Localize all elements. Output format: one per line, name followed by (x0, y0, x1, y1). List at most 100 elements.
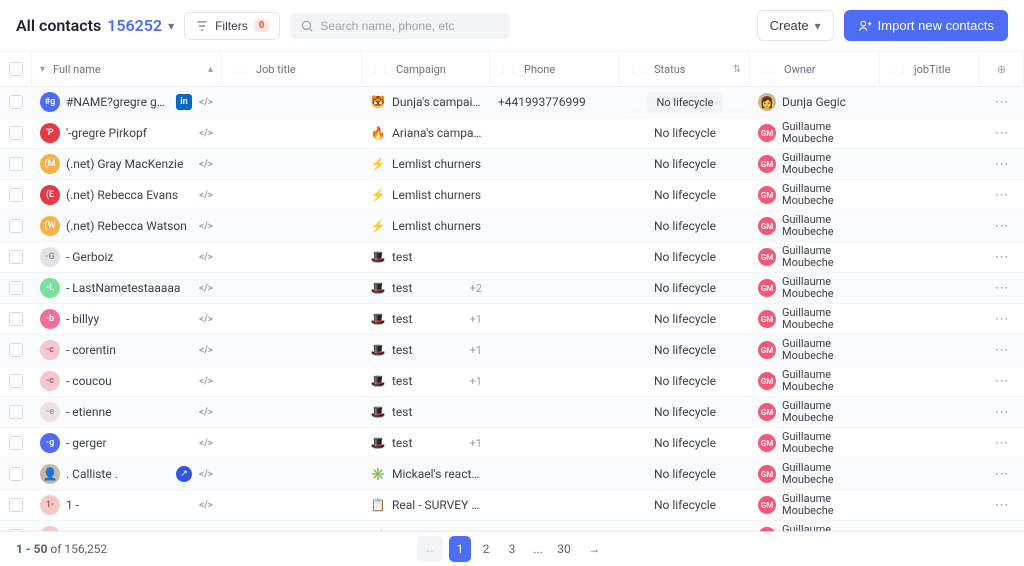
row-checkbox[interactable] (9, 126, 23, 140)
table-row[interactable]: -c- coucou</>🎩test+1No lifecycleGMGuilla… (0, 366, 1024, 397)
campaign-icon: 🎩 (370, 250, 386, 264)
code-icon[interactable]: </> (198, 187, 214, 203)
code-icon[interactable]: </> (198, 311, 214, 327)
table-row[interactable]: (W(.net) Rebecca Watson</>⚡Lemlist churn… (0, 211, 1024, 242)
pager-page-30[interactable]: 30 (553, 536, 575, 562)
owner-name: Guillaume Moubeche (782, 307, 872, 331)
table-row[interactable]: -c- corentin</>🎩test+1No lifecycleGMGuil… (0, 335, 1024, 366)
row-actions-button[interactable]: ⋯ (995, 280, 1010, 296)
code-icon[interactable]: </> (198, 435, 214, 451)
row-actions-button[interactable]: ⋯ (995, 156, 1010, 172)
row-actions-button[interactable]: ⋯ (995, 497, 1010, 513)
contact-name: - Gerboiz (66, 250, 192, 264)
row-checkbox[interactable] (9, 219, 23, 233)
pager-next[interactable]: → (581, 536, 607, 562)
status-value[interactable]: No lifecycle (654, 374, 716, 388)
code-icon[interactable]: </> (198, 497, 214, 513)
status-value[interactable]: No lifecycle (654, 498, 716, 512)
row-checkbox[interactable] (9, 467, 23, 481)
table-row[interactable]: (M(.net) Gray MacKenzie</>⚡Lemlist churn… (0, 149, 1024, 180)
table-row[interactable]: #g#NAME?gregre gergregin</>🐯Dunja's camp… (0, 87, 1024, 118)
status-value[interactable]: No lifecycle (654, 467, 716, 481)
pager-page-2[interactable]: 2 (475, 536, 497, 562)
row-actions-button[interactable]: ⋯ (995, 125, 1010, 141)
header-phone[interactable]: ⋮⋮Phone (490, 52, 620, 86)
header-checkbox[interactable] (0, 52, 32, 86)
code-icon[interactable]: </> (198, 94, 214, 110)
row-actions-button[interactable]: ⋯ (995, 94, 1010, 110)
table-row[interactable]: 👤. Calliste .↗</>✳️Mickael's react testN… (0, 459, 1024, 490)
table-row[interactable]: 1-1 -</>📋Real - SURVEY real ...No lifecy… (0, 490, 1024, 521)
header-add-column[interactable]: ⊕ (980, 52, 1024, 86)
code-icon[interactable]: </> (198, 280, 214, 296)
table-row[interactable]: -e- etienne</>🎩testNo lifecycleGMGuillau… (0, 397, 1024, 428)
row-checkbox[interactable] (9, 250, 23, 264)
row-checkbox[interactable] (9, 436, 23, 450)
status-value[interactable]: No lifecycle (654, 188, 716, 202)
row-actions-button[interactable]: ⋯ (995, 404, 1010, 420)
table-row[interactable]: -G- Gerboiz</>🎩testNo lifecycleGMGuillau… (0, 242, 1024, 273)
view-title[interactable]: All contacts 156252 ▾ (16, 16, 174, 35)
row-checkbox[interactable] (9, 157, 23, 171)
status-value[interactable]: No lifecycle (654, 250, 716, 264)
filters-button[interactable]: Filters 0 (184, 12, 280, 40)
table-row[interactable]: 1A1 Admin</>⚡Lemlist churnersNo lifecycl… (0, 521, 1024, 531)
table-row[interactable]: 'P'-gregre Pirkopf</>🔥Ariana's campaign … (0, 118, 1024, 149)
row-actions-button[interactable]: ⋯ (995, 249, 1010, 265)
contact-avatar: 'P (40, 123, 60, 143)
pager-page-1[interactable]: 1 (449, 536, 471, 562)
row-checkbox[interactable] (9, 281, 23, 295)
header-status[interactable]: ⋮⋮Status⇅ (620, 52, 750, 86)
code-icon[interactable]: </> (198, 342, 214, 358)
pager-prev[interactable]: ← (417, 536, 443, 562)
status-value[interactable]: No lifecycle (654, 157, 716, 171)
header-jobtitle2[interactable]: ⋮⋮jobTitle (880, 52, 980, 86)
code-icon[interactable]: </> (198, 125, 214, 141)
row-actions-button[interactable]: ⋯ (995, 373, 1010, 389)
header-fullname[interactable]: ▾ Full name ▴ (32, 52, 222, 86)
row-checkbox[interactable] (9, 312, 23, 326)
search-box[interactable] (290, 13, 510, 39)
import-contacts-button[interactable]: Import new contacts (844, 10, 1008, 41)
table-row[interactable]: -g- gerger</>🎩test+1No lifecycleGMGuilla… (0, 428, 1024, 459)
code-icon[interactable]: </> (198, 404, 214, 420)
status-value[interactable]: No lifecycle (654, 219, 716, 233)
code-icon[interactable]: </> (198, 373, 214, 389)
table-row[interactable]: (E(.net) Rebecca Evans</>⚡Lemlist churne… (0, 180, 1024, 211)
owner-avatar: GM (758, 372, 776, 390)
header-jobtitle[interactable]: ⋮⋮Job title (222, 52, 362, 86)
status-value[interactable]: No lifecycle (647, 92, 724, 113)
row-actions-button[interactable]: ⋯ (995, 435, 1010, 451)
status-value[interactable]: No lifecycle (654, 312, 716, 326)
row-actions-button[interactable]: ⋯ (995, 218, 1010, 234)
row-checkbox[interactable] (9, 374, 23, 388)
status-value[interactable]: No lifecycle (654, 436, 716, 450)
search-input[interactable] (320, 19, 500, 33)
status-value[interactable]: No lifecycle (654, 126, 716, 140)
code-icon[interactable]: </> (198, 249, 214, 265)
create-button[interactable]: Create ▾ (757, 10, 834, 41)
table-row[interactable]: -b- billyy</>🎩test+1No lifecycleGMGuilla… (0, 304, 1024, 335)
status-value[interactable]: No lifecycle (654, 405, 716, 419)
header-campaign[interactable]: ⋮⋮Campaign (362, 52, 490, 86)
status-value[interactable]: No lifecycle (654, 343, 716, 357)
row-actions-button[interactable]: ⋯ (995, 342, 1010, 358)
code-icon[interactable]: </> (198, 156, 214, 172)
owner-name: Guillaume Moubeche (782, 524, 872, 531)
code-icon[interactable]: </> (198, 218, 214, 234)
table-row[interactable]: -L- LastNametestaaaaa</>🎩test+2No lifecy… (0, 273, 1024, 304)
status-value[interactable]: No lifecycle (654, 281, 716, 295)
pager-page-3[interactable]: 3 (501, 536, 523, 562)
row-actions-button[interactable]: ⋯ (995, 311, 1010, 327)
row-checkbox[interactable] (9, 95, 23, 109)
linkedin-icon[interactable]: in (176, 94, 192, 110)
header-owner[interactable]: ⋮⋮Owner (750, 52, 880, 86)
row-checkbox[interactable] (9, 343, 23, 357)
row-actions-button[interactable]: ⋯ (995, 187, 1010, 203)
row-actions-button[interactable]: ⋯ (995, 466, 1010, 482)
row-checkbox[interactable] (9, 498, 23, 512)
row-checkbox[interactable] (9, 405, 23, 419)
row-checkbox[interactable] (9, 188, 23, 202)
code-icon[interactable]: </> (198, 466, 214, 482)
owner-avatar: GM (758, 248, 776, 266)
